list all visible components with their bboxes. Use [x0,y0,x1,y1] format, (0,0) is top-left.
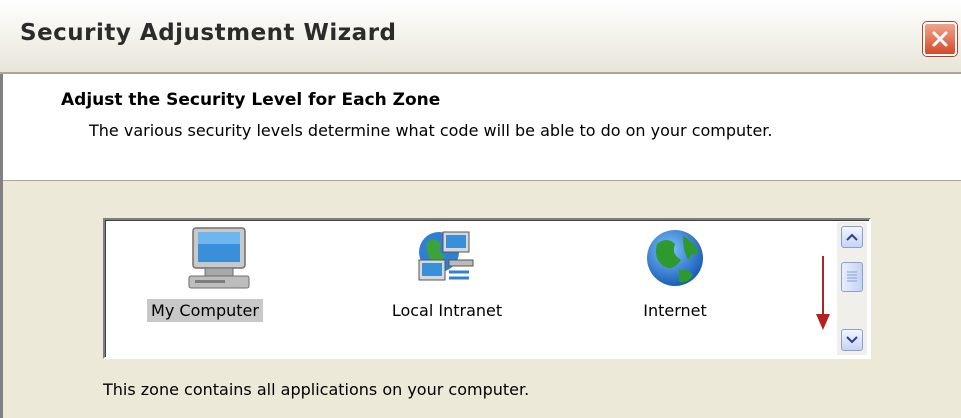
scroll-up-button[interactable] [841,226,863,248]
zone-label: Internet [643,301,707,320]
zone-item-internet[interactable]: Internet [595,220,735,330]
annotation-arrow-down-icon [816,256,830,330]
my-computer-icon [188,227,250,289]
page-description: The various security levels determine wh… [89,121,773,140]
chevron-up-icon [846,233,858,241]
close-button[interactable] [923,22,957,56]
zone-list-scrollbar[interactable] [837,222,867,355]
security-zone-list[interactable]: My Computer Local Intranet Internet [103,218,871,359]
grip-icon [847,271,857,282]
zone-item-local-intranet[interactable]: Local Intranet [305,220,605,330]
wizard-header-panel: Adjust the Security Level for Each Zone … [3,74,961,181]
scrollbar-thumb[interactable] [841,262,863,292]
page-heading: Adjust the Security Level for Each Zone [61,90,441,110]
close-icon [932,31,948,47]
local-intranet-icon [418,231,474,281]
zone-label: Local Intranet [391,301,503,320]
window-title: Security Adjustment Wizard [20,20,397,46]
zone-label: My Computer [147,299,263,322]
zone-description-text: This zone contains all applications on y… [103,380,530,399]
chevron-down-icon [846,336,858,344]
scroll-down-button[interactable] [841,329,863,351]
zone-item-my-computer[interactable]: My Computer [105,220,305,330]
title-bar[interactable]: Security Adjustment Wizard [0,0,961,74]
internet-globe-icon [647,230,703,286]
security-adjustment-wizard-window: Security Adjustment Wizard Adjust the Se… [0,0,961,418]
